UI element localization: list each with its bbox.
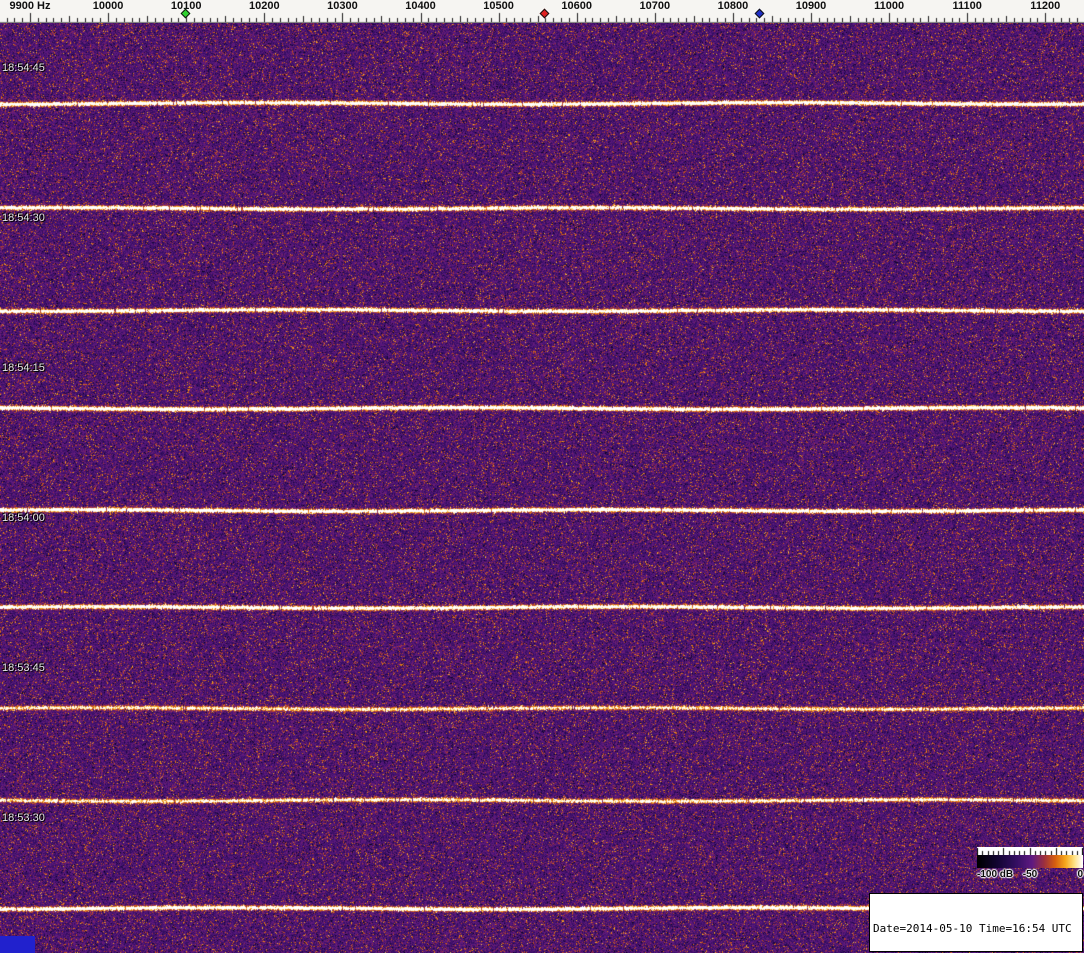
- red-marker-diamond[interactable]: [540, 8, 550, 19]
- frequency-ruler-markers: [0, 0, 1084, 23]
- colorbar-gradient: [977, 855, 1083, 868]
- frequency-ruler: 9900 Hz 10000 10100 10200 10300 10400 10500 106…: [0, 0, 1084, 23]
- colorbar-labels: -100 dB -50 0: [977, 868, 1083, 882]
- intensity-colorbar: -100 dB -50 0: [977, 847, 1083, 882]
- waterfall-display: 18:54:45 18:54:30 18:54:15 18:54:00 18:53:45…: [0, 23, 1084, 953]
- colorbar-mid-label: -50: [1022, 869, 1038, 880]
- status-indicator: [0, 936, 35, 953]
- colorbar-min-label: -100 dB: [977, 869, 1014, 880]
- blue-marker-diamond[interactable]: [754, 8, 765, 19]
- info-box: Date=2014-05-10 Time=16:54 UTC Freq=143 …: [869, 893, 1083, 952]
- green-marker-diamond[interactable]: [180, 8, 191, 19]
- info-date-time: Date=2014-05-10 Time=16:54 UTC: [873, 922, 1072, 936]
- colorbar-ticks: [977, 847, 1083, 855]
- waterfall-canvas: [0, 23, 1084, 953]
- colorbar-max-label: 0: [1077, 869, 1083, 880]
- spectrogram-app: 9900 Hz 10000 10100 10200 10300 10400 10500 106…: [0, 0, 1084, 953]
